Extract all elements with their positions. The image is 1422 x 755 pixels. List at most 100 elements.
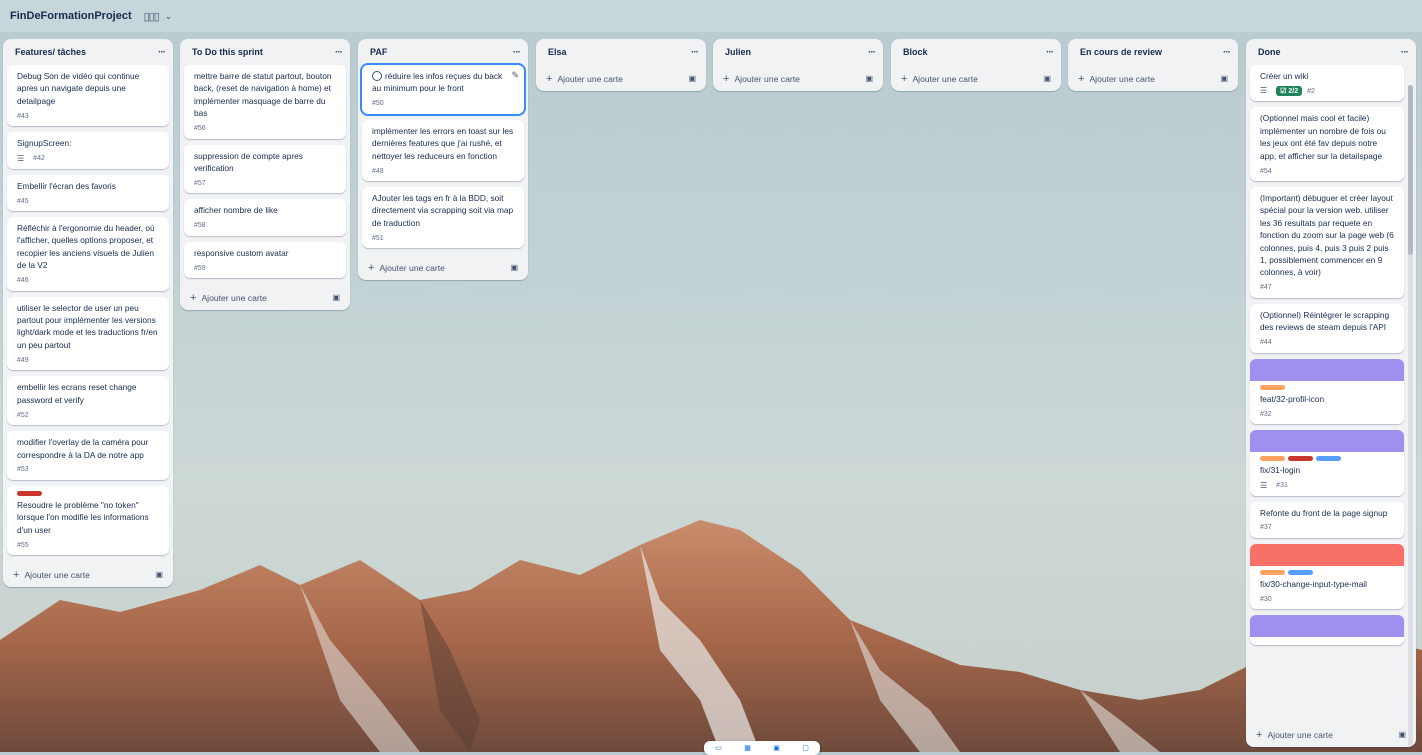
card[interactable]: mettre barre de statut partout, bouton b… bbox=[184, 65, 346, 139]
list-title[interactable]: Block bbox=[903, 47, 928, 57]
card-title: Resoudre le problème "no token" lorsque … bbox=[17, 499, 149, 535]
list-done: Done ··· Créer un wiki ☰ ☑ 2/2 #2 (Optionn… bbox=[1246, 39, 1416, 747]
add-card-label: Ajouter une carte bbox=[734, 74, 800, 84]
list-title[interactable]: En cours de review bbox=[1080, 47, 1162, 57]
card-number: #57 bbox=[194, 179, 206, 187]
card[interactable]: (Optionnel mais cool et facile) implémen… bbox=[1250, 107, 1404, 182]
board-title[interactable]: FinDeFormationProject bbox=[10, 10, 132, 22]
card-number: #37 bbox=[1260, 524, 1272, 532]
card-focused[interactable]: ✎ réduire les infos reçues du back au mi… bbox=[362, 65, 524, 114]
card[interactable]: Debug Son de vidéo qui continue apres un… bbox=[7, 65, 169, 127]
add-card-button[interactable]: + Ajouter une carte ▣ bbox=[891, 65, 1061, 91]
card[interactable]: responsive custom avatar #59 bbox=[184, 241, 346, 279]
card[interactable]: feat/32-profil-icon #32 bbox=[1250, 358, 1404, 425]
card[interactable]: Embellir l'écran des favoris #45 bbox=[7, 174, 169, 212]
complete-circle-icon[interactable] bbox=[372, 71, 382, 81]
description-icon: ☰ bbox=[1260, 86, 1268, 96]
card[interactable]: Créer un wiki ☰ ☑ 2/2 #2 bbox=[1250, 65, 1404, 102]
card[interactable] bbox=[1250, 615, 1404, 646]
card[interactable]: modifier l'overlay de la caméra pour cor… bbox=[7, 431, 169, 480]
add-card-button[interactable]: + Ajouter une carte ▣ bbox=[713, 65, 883, 91]
card[interactable]: Refonte du front de la page signup #37 bbox=[1250, 501, 1404, 538]
list-features: Features/ tâches ··· Debug Son de vidéo … bbox=[3, 39, 173, 588]
card-number: #30 bbox=[1260, 595, 1272, 603]
board-icon[interactable]: ▣ bbox=[773, 744, 780, 752]
card-title: SignupScreen: bbox=[17, 138, 72, 149]
template-icon[interactable]: ▣ bbox=[510, 263, 518, 272]
template-icon[interactable]: ▣ bbox=[155, 570, 163, 579]
description-icon: ☰ bbox=[17, 153, 25, 163]
add-card-button[interactable]: + Ajouter une carte ▣ bbox=[1246, 721, 1416, 747]
edit-icon[interactable]: ✎ bbox=[511, 70, 519, 81]
list-title[interactable]: Done bbox=[1258, 47, 1281, 57]
card[interactable]: SignupScreen: ☰ #42 bbox=[7, 132, 169, 169]
template-icon[interactable]: ▣ bbox=[865, 74, 873, 83]
more-icon[interactable]: ··· bbox=[1046, 47, 1054, 58]
card[interactable]: implémenter les errors en toast sur les … bbox=[362, 119, 524, 182]
board-view-icon[interactable]: ▯▯▯ bbox=[144, 10, 160, 23]
list-title[interactable]: To Do this sprint bbox=[192, 47, 263, 57]
list-title[interactable]: Features/ tâches bbox=[15, 47, 86, 57]
add-card-button[interactable]: + Ajouter une carte ▣ bbox=[358, 254, 528, 280]
card[interactable]: (Optionnel) Réintégrer le scrapping des … bbox=[1250, 303, 1404, 353]
plus-icon: + bbox=[546, 73, 553, 85]
card-number: #54 bbox=[1260, 167, 1272, 175]
bottom-switcher[interactable]: ▭ ▦ ▣ ▢ bbox=[704, 741, 820, 755]
more-icon[interactable]: ··· bbox=[335, 47, 343, 58]
scrollbar-thumb[interactable] bbox=[1408, 85, 1413, 255]
card[interactable]: Réfléchir à l'ergonomie du header, où l'… bbox=[7, 217, 169, 291]
label-orange bbox=[1260, 456, 1285, 462]
chevron-down-icon[interactable]: ⌄ bbox=[165, 11, 173, 22]
template-icon[interactable]: ▣ bbox=[332, 293, 340, 302]
card[interactable]: fix/30-change-input-type-mail #30 bbox=[1250, 543, 1404, 610]
add-card-button[interactable]: + Ajouter une carte ▣ bbox=[1068, 65, 1238, 91]
card-title: Créer un wiki bbox=[1260, 71, 1309, 81]
add-card-label: Ajouter une carte bbox=[1089, 74, 1155, 84]
card-title: réduire les infos reçues du back au mini… bbox=[372, 71, 503, 94]
card[interactable]: suppression de compte apres verification… bbox=[184, 144, 346, 194]
template-icon[interactable]: ▣ bbox=[1398, 730, 1406, 739]
list-header: Julien ··· bbox=[713, 39, 883, 65]
list-block: Block ··· + Ajouter une carte ▣ bbox=[891, 39, 1061, 91]
more-icon[interactable]: ··· bbox=[1223, 47, 1231, 58]
more-icon[interactable]: ··· bbox=[513, 47, 521, 58]
card-number: #45 bbox=[17, 197, 29, 205]
list-header: PAF ··· bbox=[358, 39, 528, 65]
card[interactable]: embellir les ecrans reset change passwor… bbox=[7, 376, 169, 426]
list-elsa: Elsa ··· + Ajouter une carte ▣ bbox=[536, 39, 706, 91]
switch-icon[interactable]: ▢ bbox=[802, 744, 809, 752]
list-scrollbar[interactable] bbox=[1408, 85, 1413, 747]
add-card-button[interactable]: + Ajouter une carte ▣ bbox=[180, 284, 350, 310]
list-header: Done ··· bbox=[1246, 39, 1416, 65]
add-card-button[interactable]: + Ajouter une carte ▣ bbox=[3, 561, 173, 587]
card-cover bbox=[1250, 358, 1404, 381]
more-icon[interactable]: ··· bbox=[868, 47, 876, 58]
more-icon[interactable]: ··· bbox=[158, 47, 166, 58]
label-orange bbox=[1260, 569, 1285, 575]
card-title: (Optionnel mais cool et facile) implémen… bbox=[1260, 113, 1386, 161]
template-icon[interactable]: ▣ bbox=[688, 74, 696, 83]
card-title: (Optionnel) Réintégrer le scrapping des … bbox=[1260, 309, 1390, 333]
card[interactable]: Resoudre le problème "no token" lorsque … bbox=[7, 485, 169, 556]
card[interactable]: utiliser le selector de user un peu part… bbox=[7, 296, 169, 371]
more-icon[interactable]: ··· bbox=[691, 47, 699, 58]
card-title: Réfléchir à l'ergonomie du header, où l'… bbox=[17, 223, 155, 271]
plus-icon: + bbox=[190, 292, 197, 305]
template-icon[interactable]: ▣ bbox=[1220, 74, 1228, 83]
card-title: utiliser le selector de user un peu part… bbox=[17, 302, 158, 350]
card[interactable]: fix/31-login ☰ #31 bbox=[1250, 430, 1404, 496]
card[interactable]: AJouter les tags en fr à la BDD, soit di… bbox=[362, 187, 524, 249]
inbox-icon[interactable]: ▭ bbox=[715, 744, 722, 752]
planner-icon[interactable]: ▦ bbox=[744, 744, 751, 752]
card-cover bbox=[1250, 430, 1404, 453]
more-icon[interactable]: ··· bbox=[1401, 47, 1409, 58]
list-title[interactable]: PAF bbox=[370, 47, 387, 57]
add-card-label: Ajouter une carte bbox=[24, 570, 90, 581]
list-title[interactable]: Elsa bbox=[548, 47, 567, 57]
list-title[interactable]: Julien bbox=[725, 47, 751, 57]
card[interactable]: (Important) débuguer et créer layout spé… bbox=[1250, 187, 1404, 298]
add-card-label: Ajouter une carte bbox=[379, 263, 445, 274]
template-icon[interactable]: ▣ bbox=[1043, 74, 1051, 83]
card[interactable]: afficher nombre de like #58 bbox=[184, 199, 346, 236]
add-card-button[interactable]: + Ajouter une carte ▣ bbox=[536, 65, 706, 91]
